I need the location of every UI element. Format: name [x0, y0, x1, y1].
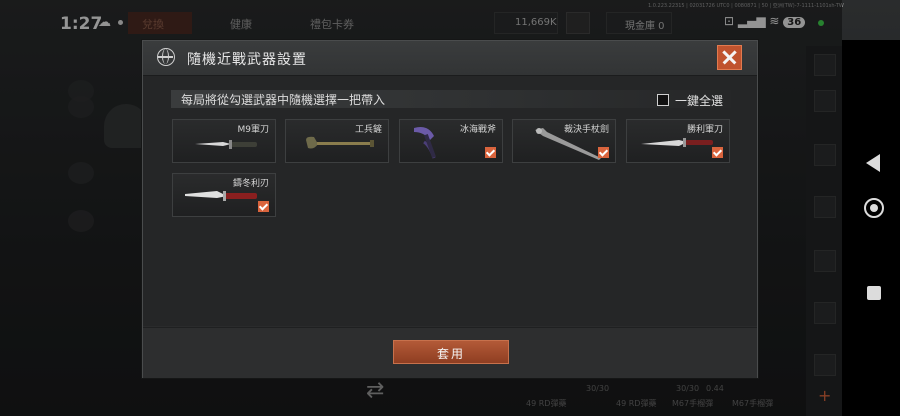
weapon-card-victory-sabre[interactable]: 勝利軍刀 [626, 119, 730, 163]
select-all-box[interactable] [657, 94, 669, 106]
instruction-bar: 每局將從勾選武器中隨機選擇一把帶入 [171, 90, 731, 108]
globe-icon [157, 48, 175, 66]
dialog-footer: 套用 [143, 327, 757, 378]
weapon-card-m9[interactable]: M9軍刀 [172, 119, 276, 163]
weapon-card-winter-blade[interactable]: 鑄冬利刃 [172, 173, 276, 217]
instruction-text: 每局將從勾選武器中隨機選擇一把帶入 [181, 93, 386, 107]
weapon-checkbox-victory-sabre[interactable] [712, 147, 723, 158]
weapon-card-shovel[interactable]: 工兵鏟 [285, 119, 389, 163]
android-nav-bar [842, 40, 900, 416]
weapon-checkbox-ice-axe[interactable] [485, 147, 496, 158]
select-all-label: 一鍵全選 [675, 94, 724, 108]
weapon-checkbox-cane-sword[interactable] [598, 147, 609, 158]
weapon-card-cane-sword[interactable]: 裁決手杖劍 [512, 119, 616, 163]
dialog-title: 隨機近戰武器設置 [187, 52, 307, 68]
random-melee-settings-dialog: 隨機近戰武器設置 每局將從勾選武器中隨機選擇一把帶入 一鍵全選 M9軍刀 工兵鏟… [142, 40, 758, 378]
dialog-header: 隨機近戰武器設置 [143, 41, 757, 76]
close-button[interactable] [717, 45, 742, 70]
weapon-checkbox-winter-blade[interactable] [258, 201, 269, 212]
home-icon[interactable] [864, 198, 884, 218]
recents-icon[interactable] [867, 286, 881, 300]
back-icon[interactable] [866, 154, 880, 172]
apply-button[interactable]: 套用 [393, 340, 509, 364]
weapon-card-ice-axe[interactable]: 冰海戰斧 [399, 119, 503, 163]
dialog-body: 每局將從勾選武器中隨機選擇一把帶入 一鍵全選 M9軍刀 工兵鏟 冰海戰斧 裁決手… [143, 76, 757, 326]
